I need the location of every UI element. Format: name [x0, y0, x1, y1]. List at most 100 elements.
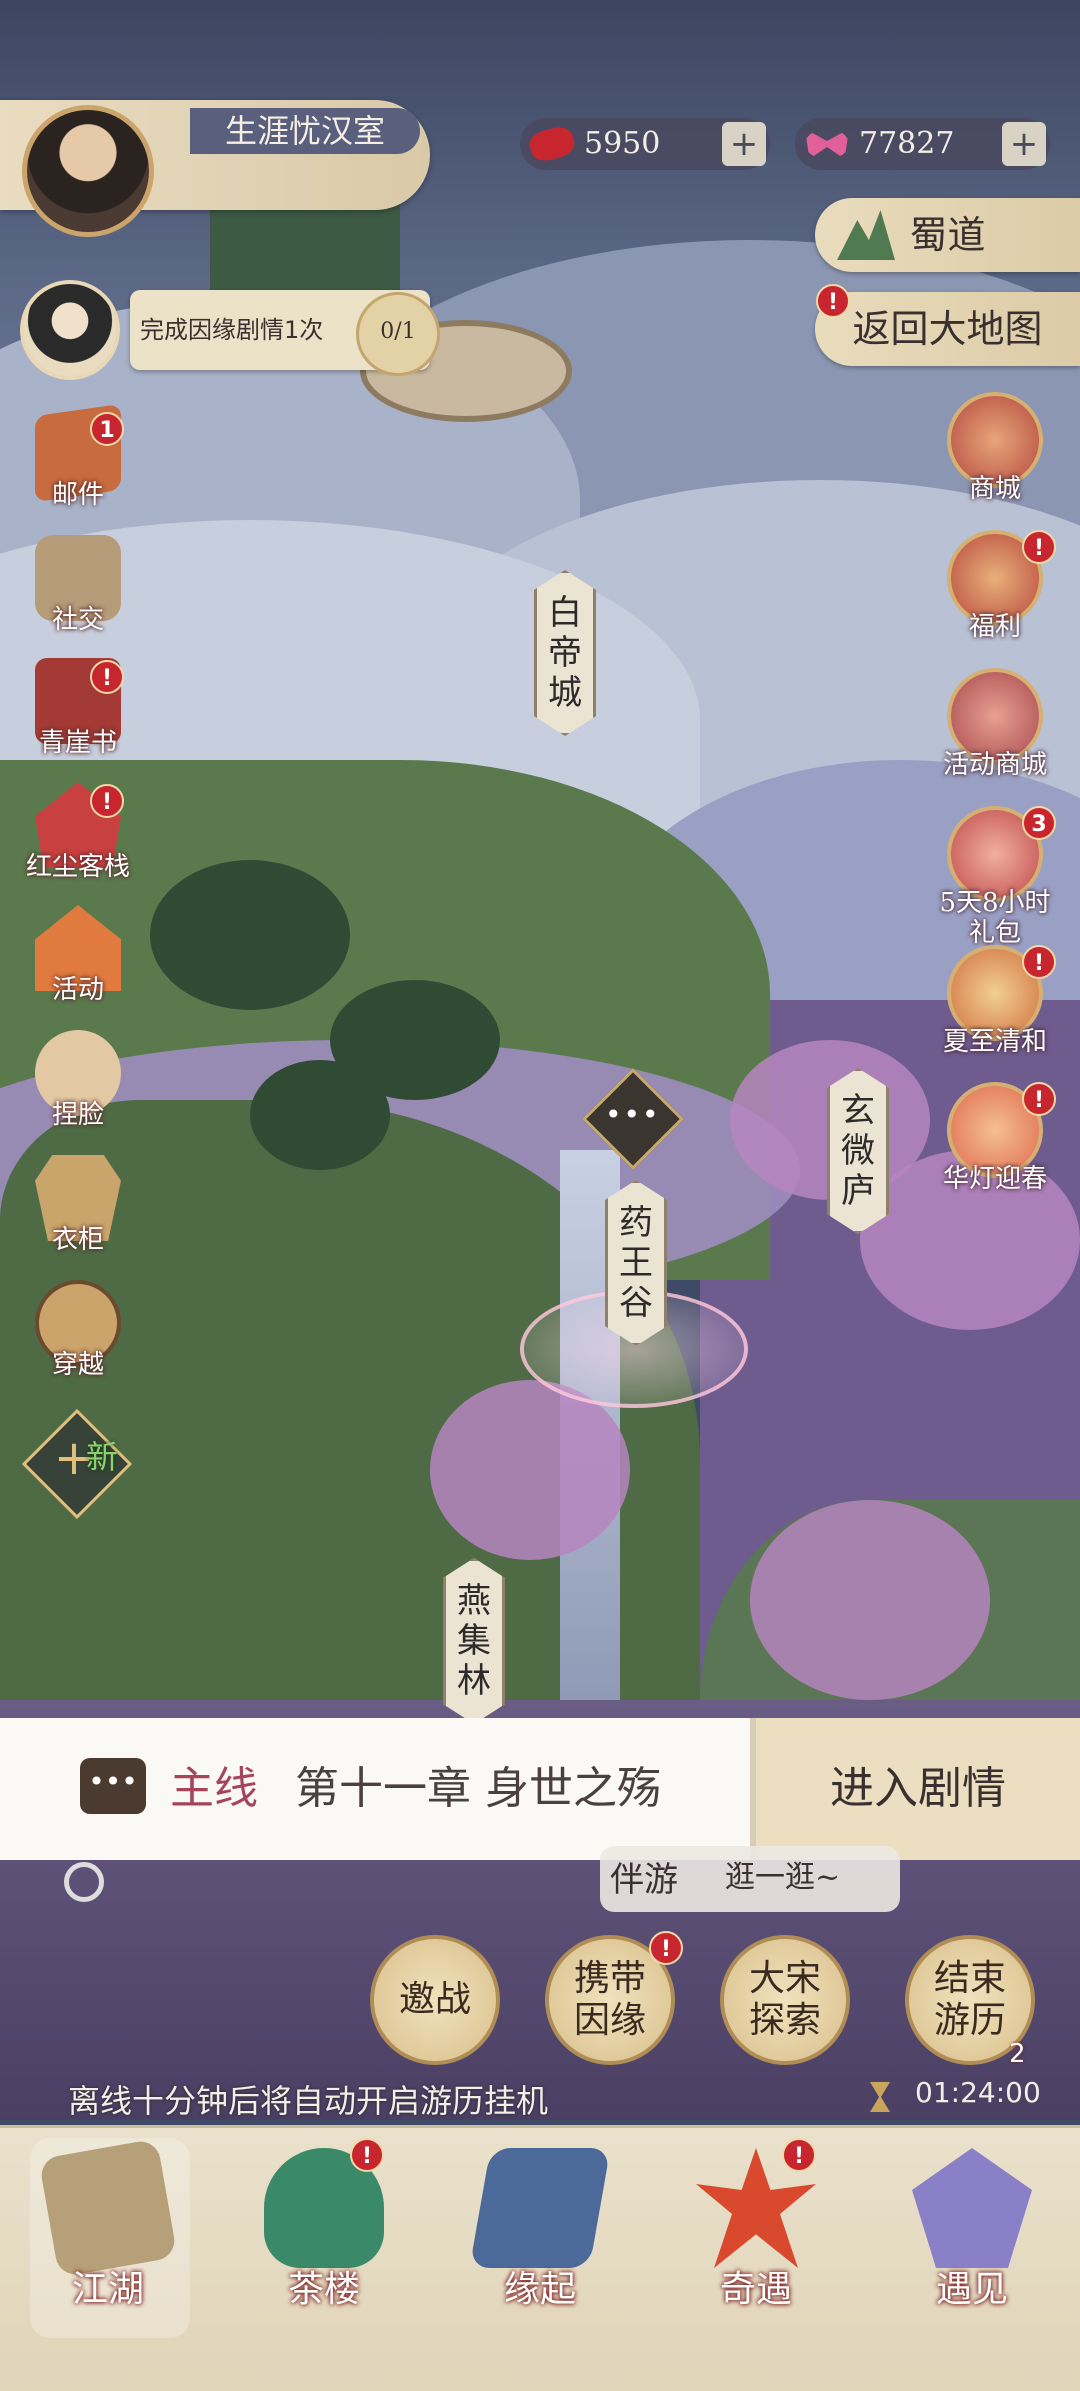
book-icon — [469, 2148, 611, 2268]
inn-label: 红尘客栈 — [25, 852, 130, 882]
chalou-badge: ! — [350, 2138, 384, 2172]
end-travel-button[interactable]: 结束游历 2 — [905, 1935, 1035, 2069]
player-name[interactable]: 生涯忧汉室 — [190, 108, 420, 154]
welfare-button[interactable]: 福利 ! — [920, 530, 1070, 642]
location-xuanwei-hut[interactable]: 玄微庐 — [827, 1068, 889, 1234]
add-jade-button[interactable]: + — [722, 122, 766, 166]
main-story-bar[interactable]: ••• 主线 第十一章 身世之殇 进入剧情 — [0, 1718, 1080, 1860]
bring-companion-badge: ! — [649, 1931, 683, 1965]
ellipsis-icon: ••• — [605, 1098, 661, 1131]
qingya-book-button[interactable]: 青崖书 ! — [18, 658, 138, 759]
challenge-label: 邀战 — [398, 1979, 471, 2020]
npc-avatar — [20, 280, 120, 380]
location-yanji-forest[interactable]: 燕集林 — [443, 1558, 505, 1724]
gift-pack-label: 礼包 — [968, 918, 1021, 948]
qiyu-badge: ! — [782, 2138, 816, 2172]
player-avatar[interactable] — [22, 105, 154, 237]
social-label: 社交 — [51, 605, 104, 635]
mail-badge: 1 — [90, 412, 124, 446]
book-badge: ! — [90, 660, 124, 694]
social-button[interactable]: 社交 — [18, 535, 138, 636]
cherry-blossom-tree — [750, 1500, 990, 1700]
story-chapter-title: 第十一章 身世之殇 — [295, 1763, 661, 1814]
add-butterfly-button[interactable]: + — [1002, 122, 1046, 166]
nav-yujian[interactable]: 遇见 — [864, 2128, 1080, 2391]
gift-pack-timer: 5天8小时 — [939, 888, 1051, 918]
afk-timer: 01:24:00 — [915, 2076, 1041, 2109]
bring-companion-button[interactable]: 携带因缘 ! — [545, 1931, 683, 2065]
wardrobe-label: 衣柜 — [51, 1225, 104, 1255]
companion-tag: 伴游 — [610, 1860, 678, 1900]
bottom-navigation: 江湖 茶楼 ! 缘起 奇遇 ! 遇见 — [0, 2125, 1080, 2391]
welfare-badge: ! — [1022, 530, 1056, 564]
mail-label: 邮件 — [51, 480, 104, 510]
location-yaowang-valley[interactable]: 药王谷 — [605, 1180, 667, 1346]
song-explore-label: 大宋探索 — [748, 1958, 821, 2041]
return-map-label: 返回大地图 — [852, 307, 1043, 351]
summer-badge: ! — [1022, 945, 1056, 979]
summer-event-label: 夏至清和 — [942, 1027, 1047, 1057]
mountain-icon — [837, 210, 895, 260]
lantern-event-label: 华灯迎春 — [942, 1164, 1047, 1194]
crystal-icon — [912, 2148, 1032, 2268]
quest-box[interactable]: 完成因缘剧情1次 0/1 — [130, 290, 440, 376]
nav-yujian-label: 遇见 — [935, 2269, 1008, 2310]
song-explore-button[interactable]: 大宋探索 — [720, 1935, 850, 2065]
quest-text: 完成因缘剧情1次 — [140, 316, 324, 344]
shop-button[interactable]: 商城 — [920, 392, 1070, 504]
nav-yuanqi-label: 缘起 — [503, 2269, 576, 2310]
end-travel-label: 结束游历 — [933, 1958, 1006, 2041]
inn-button[interactable]: 红尘客栈 ! — [18, 782, 138, 883]
new-label: 新 — [86, 1438, 119, 1476]
face-edit-button[interactable]: 捏脸 — [18, 1030, 138, 1131]
tree — [250, 1060, 390, 1170]
no-entry-icon[interactable] — [64, 1862, 104, 1902]
event-label: 活动 — [51, 975, 104, 1005]
return-world-map-button[interactable]: 返回大地图 — [815, 292, 1080, 366]
event-shop-button[interactable]: 活动商城 — [920, 668, 1070, 780]
afk-notice: 离线十分钟后将自动开启游历挂机 — [68, 2082, 549, 2120]
inn-badge: ! — [90, 784, 124, 818]
red-jade-icon — [526, 123, 578, 165]
end-travel-count: 2 — [1009, 2039, 1026, 2069]
region-button[interactable]: 蜀道 — [815, 198, 1080, 272]
butterfly-currency: 77827 + — [795, 118, 1050, 170]
message-icon: ••• — [80, 1758, 146, 1814]
jade-amount: 5950 — [584, 126, 661, 161]
face-edit-label: 捏脸 — [51, 1100, 104, 1130]
region-label: 蜀道 — [909, 213, 986, 257]
nav-yuanqi[interactable]: 缘起 — [432, 2128, 648, 2391]
enter-story-button[interactable]: 进入剧情 — [756, 1718, 1080, 1860]
story-info[interactable]: ••• 主线 第十一章 身世之殇 — [0, 1718, 756, 1860]
shop-label: 商城 — [968, 474, 1021, 504]
nav-chalou[interactable]: 茶楼 ! — [216, 2128, 432, 2391]
nav-qiyu[interactable]: 奇遇 ! — [648, 2128, 864, 2391]
challenge-button[interactable]: 邀战 — [370, 1935, 500, 2065]
event-button[interactable]: 活动 — [18, 905, 138, 1006]
event-shop-label: 活动商城 — [942, 750, 1047, 780]
time-travel-label: 穿越 — [51, 1350, 104, 1380]
tree — [150, 860, 350, 1010]
mail-button[interactable]: 邮件 1 — [18, 403, 138, 511]
nav-jianghu[interactable]: 江湖 — [0, 2128, 216, 2391]
quest-tracker[interactable]: 完成因缘剧情1次 0/1 — [20, 280, 440, 380]
nav-qiyu-label: 奇遇 — [719, 2269, 792, 2310]
time-travel-button[interactable]: 穿越 — [18, 1280, 138, 1381]
jade-currency: 5950 + — [520, 118, 770, 170]
gift-pack-button[interactable]: 5天8小时 礼包 3 — [920, 806, 1070, 948]
notification-badge: ! — [816, 284, 850, 318]
wardrobe-button[interactable]: 衣柜 — [18, 1155, 138, 1256]
bring-companion-label: 携带因缘 — [573, 1958, 646, 2041]
location-baidi-city[interactable]: 白帝城 — [534, 570, 596, 736]
welfare-label: 福利 — [968, 612, 1021, 642]
quest-progress: 0/1 — [356, 292, 440, 376]
nav-chalou-label: 茶楼 — [287, 2269, 360, 2310]
qingya-book-label: 青崖书 — [38, 728, 117, 758]
cherry-blossom-tree — [430, 1380, 630, 1560]
gift-badge: 3 — [1022, 806, 1056, 840]
lantern-event-button[interactable]: 华灯迎春 ! — [920, 1082, 1070, 1194]
nav-jianghu-label: 江湖 — [71, 2269, 144, 2310]
summer-event-button[interactable]: 夏至清和 ! — [920, 945, 1070, 1057]
companion-text: 逛一逛~ — [725, 1860, 841, 1895]
story-type-tag: 主线 — [170, 1763, 258, 1814]
